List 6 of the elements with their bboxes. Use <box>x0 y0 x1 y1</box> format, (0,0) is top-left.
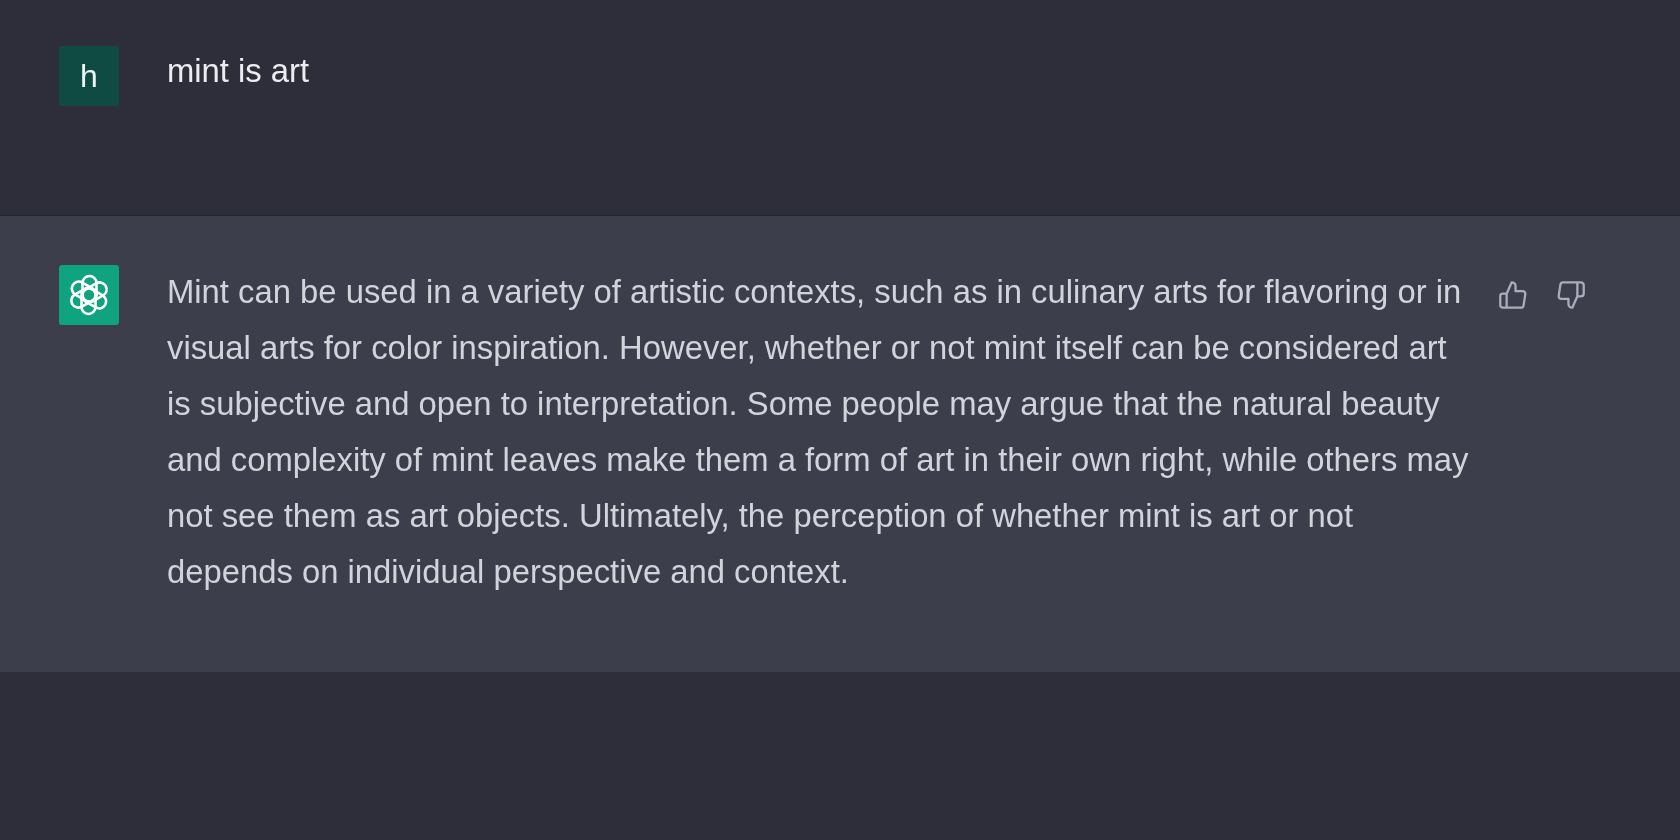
user-message: mint is art <box>167 51 311 91</box>
user-avatar: h <box>59 46 119 106</box>
thumbs-down-button[interactable] <box>1555 281 1587 309</box>
thumbs-up-button[interactable] <box>1497 281 1529 309</box>
assistant-message: Mint can be used in a variety of artistic contexts, such as in culinary arts for flavoring or in visual arts for color inspiration. However, whether or not mint itself can be considered art is subjective and open to interpretation. Some people may argue that the natural beauty and complexity of mint leaves make them a form of art in their own right, while others may not see them as art objects. Ultimately, the perception of whether mint is art or not depends on individual perspective and context. <box>167 272 1470 592</box>
assistant-avatar-icon <box>59 265 119 325</box>
